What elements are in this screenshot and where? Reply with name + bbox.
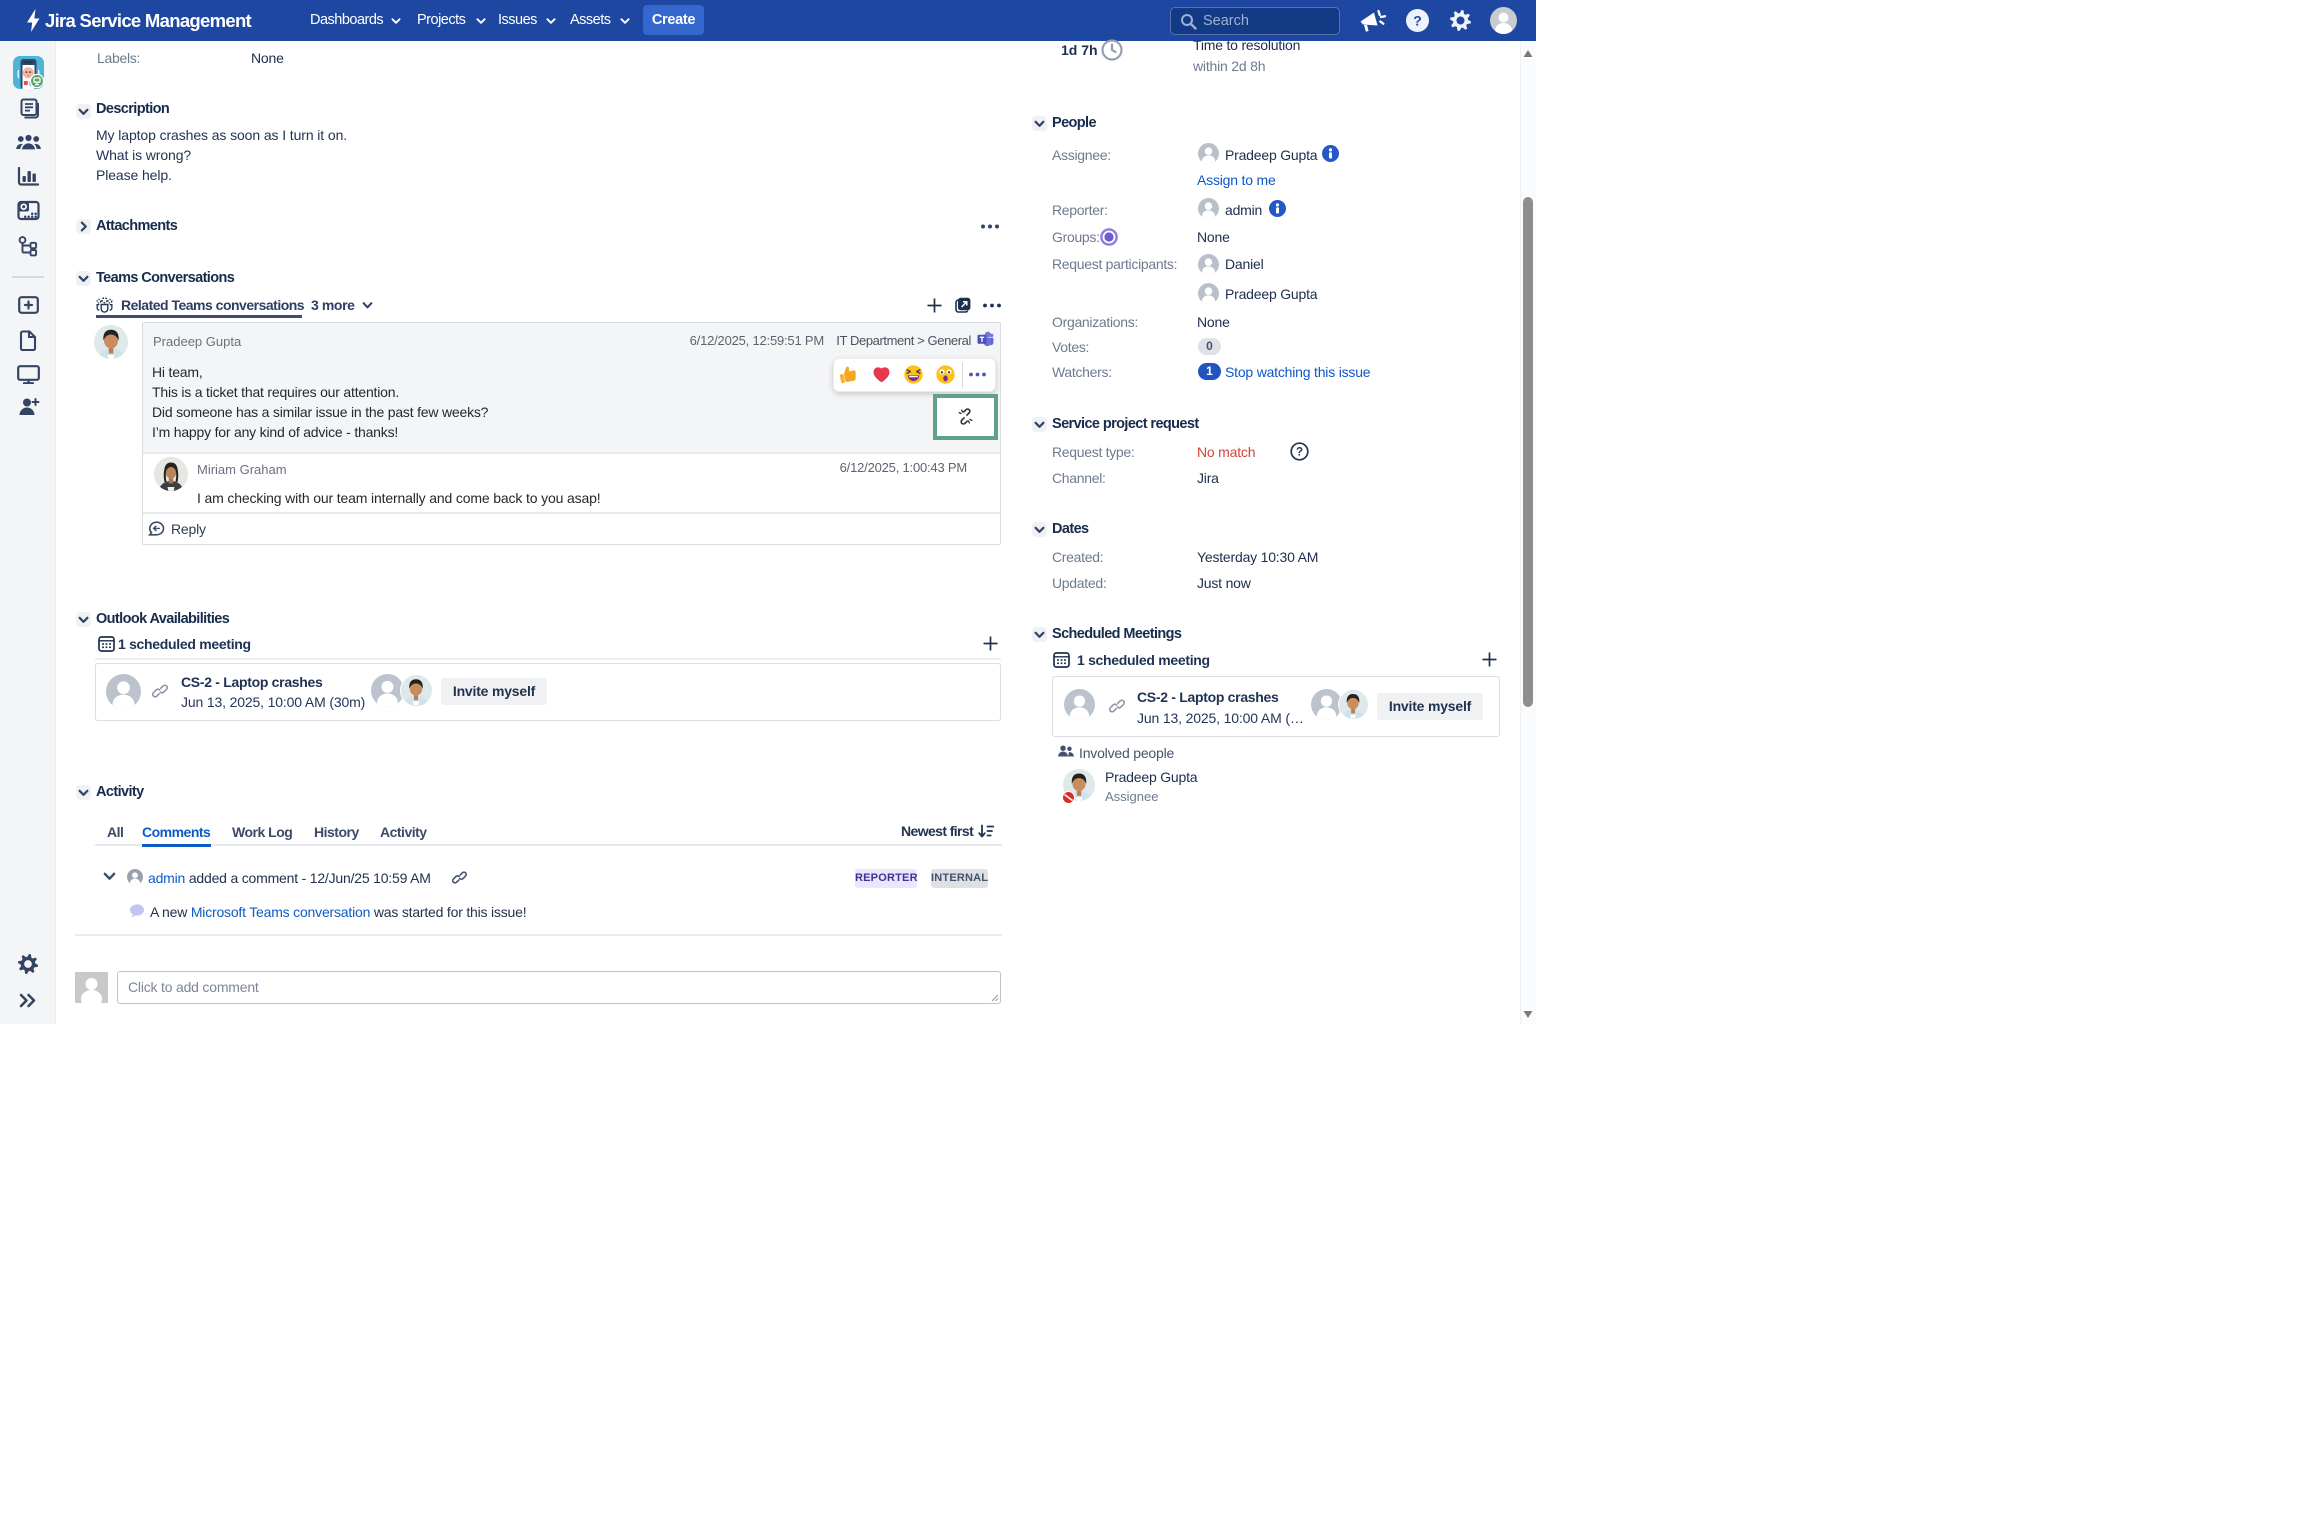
svg-text:?: ? — [1413, 13, 1422, 29]
svg-text:?: ? — [1296, 447, 1303, 459]
